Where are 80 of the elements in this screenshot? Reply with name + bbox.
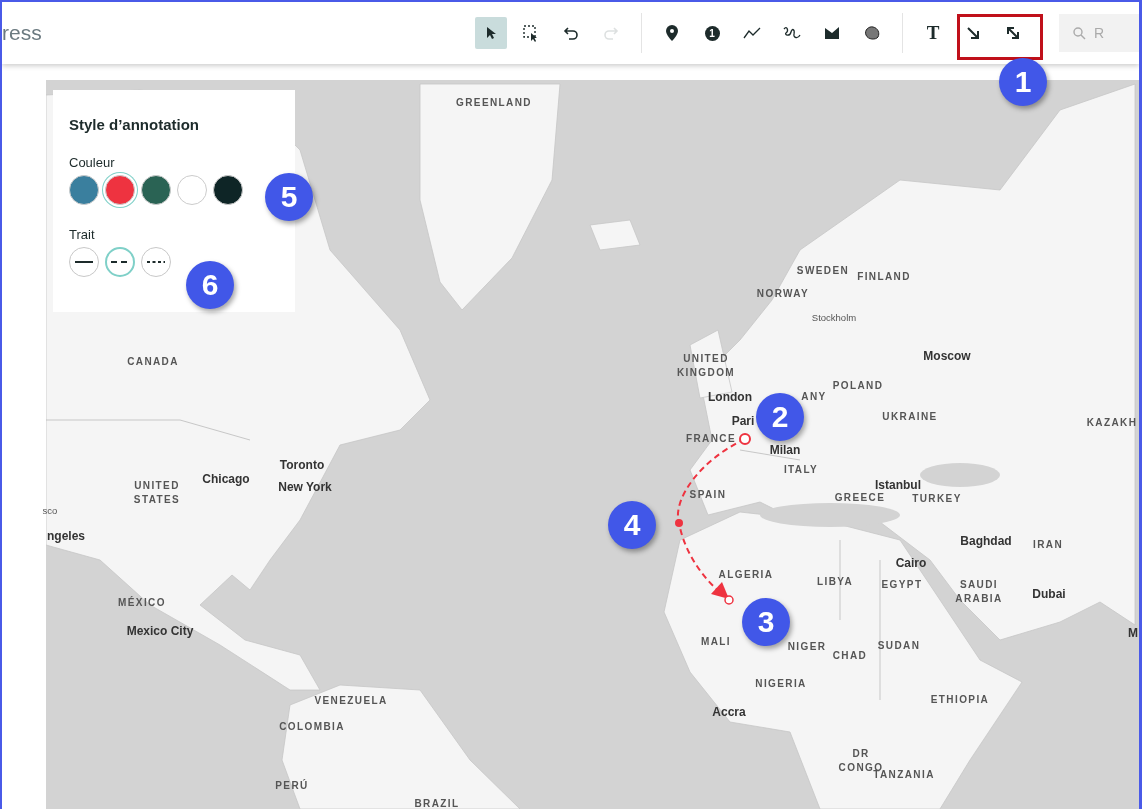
city-label: Dubai	[1032, 585, 1066, 603]
city-label: Toronto	[279, 456, 325, 474]
country-label: SUDAN	[877, 639, 921, 653]
city-label: Baghdad	[960, 532, 1012, 550]
city-label: Moscow	[923, 347, 971, 365]
country-label: CHAD	[832, 649, 868, 663]
color-swatch[interactable]	[213, 175, 243, 205]
country-label: UKRAINE	[882, 410, 938, 424]
double-arrow-icon	[1006, 26, 1020, 40]
solid-stroke-button[interactable]	[69, 247, 99, 277]
city-label: Istanbul	[875, 476, 921, 493]
polygon-icon	[824, 26, 840, 40]
country-label: SAUDI ARABIA	[955, 577, 1003, 605]
pointer-tool-button[interactable]	[475, 17, 507, 49]
country-label: SWEDEN	[796, 264, 850, 278]
arrow-icon	[966, 26, 980, 40]
country-label: SPAIN	[689, 488, 727, 502]
search-field[interactable]: R	[1059, 14, 1139, 52]
country-label: NORWAY	[756, 287, 810, 301]
country-label: EGYPT	[881, 578, 923, 592]
city-label: sco	[42, 504, 58, 518]
map-pin-icon	[666, 25, 678, 41]
text-tool-button[interactable]: T	[917, 17, 949, 49]
dotted-stroke-button[interactable]	[141, 247, 171, 277]
color-swatch[interactable]	[177, 175, 207, 205]
city-label: Cairo	[895, 554, 927, 572]
city-label: Chicago	[202, 470, 250, 488]
country-label: NIGER	[787, 640, 827, 654]
dotted-line-icon	[147, 260, 165, 264]
city-label: ngeles	[47, 527, 85, 545]
city-label: Accra	[712, 703, 746, 721]
country-label: PERÚ	[275, 779, 309, 793]
color-swatch[interactable]	[105, 175, 135, 205]
color-swatch[interactable]	[141, 175, 171, 205]
country-label: GREECE	[834, 491, 886, 505]
country-label: COLOMBIA	[279, 720, 345, 734]
numbered-marker-icon: 1	[704, 25, 720, 41]
country-label: MALI	[701, 635, 731, 649]
color-swatch[interactable]	[69, 175, 99, 205]
city-label: New York	[278, 478, 332, 496]
country-label: GREENLAND	[456, 96, 532, 110]
country-label: LIBYA	[816, 575, 854, 589]
dashed-stroke-button[interactable]	[105, 247, 135, 277]
city-label: Milan	[769, 441, 801, 459]
country-label: ALGERIA	[718, 568, 774, 582]
app-title: ress	[2, 21, 43, 45]
country-label: BRAZIL	[414, 797, 460, 809]
country-label: FRANCE	[685, 432, 737, 446]
country-label: VENEZUELA	[314, 694, 388, 708]
city-label: Mexico City	[126, 622, 194, 640]
landmass-shape	[589, 219, 641, 251]
city-label: London	[708, 388, 752, 406]
country-label: KAZAKH	[1086, 416, 1138, 430]
country-label: IRAN	[1033, 538, 1063, 552]
dashed-line-icon	[111, 260, 129, 264]
solid-line-icon	[75, 260, 93, 264]
country-label: UNITED STATES	[133, 478, 181, 506]
city-label: Stockholm	[811, 311, 857, 325]
search-icon	[1073, 27, 1086, 40]
undo-icon	[563, 26, 579, 40]
country-label: TANZANIA	[873, 769, 935, 782]
redo-icon	[603, 26, 619, 40]
country-label: ITALY	[783, 463, 819, 477]
polyline-icon	[743, 26, 761, 40]
country-label: UNITED KINGDOM	[676, 351, 736, 379]
number-tool-button[interactable]: 1	[696, 17, 728, 49]
freehand-icon	[783, 25, 801, 41]
color-label: Couleur	[69, 155, 116, 170]
pointer-icon	[484, 26, 498, 40]
city-label: Pari	[731, 412, 755, 430]
country-label: ETHIOPIA	[930, 693, 990, 707]
city-label: M	[1128, 624, 1138, 642]
panel-title: Style d’annotation	[69, 116, 200, 133]
country-label: MÉXICO	[118, 596, 166, 610]
stroke-label: Trait	[69, 227, 96, 242]
country-label: TURKEY	[912, 492, 962, 506]
country-label: POLAND	[832, 379, 884, 393]
country-label: FINLAND	[857, 270, 911, 284]
country-label: CANADA	[127, 355, 179, 369]
country-label: NIGERIA	[755, 677, 807, 691]
